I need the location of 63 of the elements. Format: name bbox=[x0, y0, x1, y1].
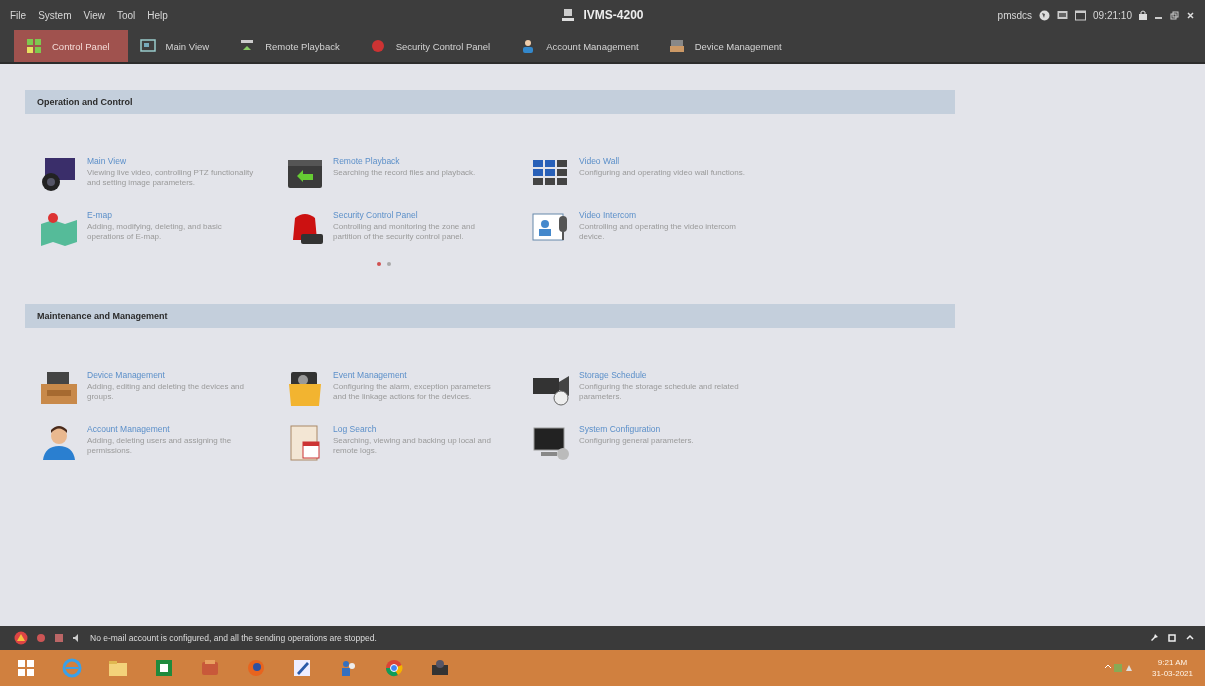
menu-item[interactable]: File bbox=[10, 9, 27, 21]
clock: 09:21:10 bbox=[1093, 9, 1132, 21]
tab[interactable]: Device Management bbox=[656, 30, 800, 62]
page-dot[interactable] bbox=[387, 262, 391, 266]
module-description: Configuring general parameters. bbox=[579, 436, 695, 446]
module-link[interactable]: Video Intercom bbox=[579, 210, 747, 220]
module-description: Configuring the alarm, exception parameters and the linkage actions for the devices. bbox=[333, 382, 492, 402]
module-description: Searching, viewing and backing up local and remote logs. bbox=[333, 436, 492, 456]
page-dot[interactable] bbox=[377, 262, 381, 266]
section-header: Operation and Control bbox=[25, 90, 955, 114]
alarm-icon[interactable] bbox=[36, 633, 46, 643]
module-link[interactable]: Main View bbox=[87, 156, 255, 166]
module-description: Adding, modifying, deleting, and basic operations of E-map. bbox=[87, 222, 223, 242]
tab[interactable]: Control Panel bbox=[14, 30, 128, 62]
taskbar-time: 9:21 AM bbox=[1157, 657, 1188, 668]
tab-icon bbox=[668, 38, 685, 54]
tab-icon bbox=[139, 38, 156, 54]
menu-item[interactable]: Tool bbox=[116, 9, 136, 21]
menu-item[interactable]: System bbox=[38, 9, 72, 21]
menu-item[interactable]: View bbox=[83, 9, 105, 21]
lock-icon[interactable] bbox=[1139, 10, 1147, 20]
module-icon[interactable] bbox=[531, 424, 571, 462]
warning-icon[interactable] bbox=[14, 631, 28, 645]
module-link[interactable]: Storage Schedule bbox=[579, 370, 747, 380]
module-description: Controlling and operating the video intercom device. bbox=[579, 222, 737, 242]
tab[interactable]: Account Management bbox=[508, 30, 657, 62]
window-icon[interactable] bbox=[1167, 633, 1177, 643]
status-message: No e-mail account is configured, and all the sending operations are stopped. bbox=[90, 633, 378, 643]
tab-icon bbox=[26, 38, 42, 54]
computer-icon bbox=[561, 8, 576, 22]
tab[interactable]: Main View bbox=[127, 30, 228, 62]
module-description: Searching the record files and playback. bbox=[333, 168, 477, 178]
module-description: Configuring the storage schedule and related parameters. bbox=[579, 382, 740, 402]
module-link[interactable]: System Configuration bbox=[579, 424, 747, 434]
restore-icon[interactable] bbox=[1170, 10, 1179, 20]
pin-icon[interactable] bbox=[1149, 633, 1159, 643]
calendar-icon[interactable] bbox=[1075, 9, 1087, 21]
taskbar-date: 31-03-2021 bbox=[1152, 668, 1193, 679]
tab[interactable]: Security Control Panel bbox=[357, 30, 509, 62]
module-description: Controlling and monitoring the zone and partition of the security control panel. bbox=[333, 222, 476, 242]
globe-icon[interactable] bbox=[1039, 9, 1051, 21]
menu-item[interactable]: Help bbox=[147, 9, 168, 21]
tab-icon bbox=[369, 38, 386, 54]
module-link[interactable]: Log Search bbox=[333, 424, 501, 434]
module-link[interactable]: Security Control Panel bbox=[333, 210, 501, 220]
module-link[interactable]: Device Management bbox=[87, 370, 255, 380]
module-description: Adding, deleting users and assigning the permissions. bbox=[87, 436, 233, 456]
windows-logo-icon[interactable] bbox=[17, 659, 35, 677]
module-link[interactable]: Event Management bbox=[333, 370, 501, 380]
module-link[interactable]: Account Management bbox=[87, 424, 255, 434]
user-name: pmsdcs bbox=[997, 9, 1033, 21]
module-description: Configuring and operating video wall functions. bbox=[579, 168, 746, 178]
module-link[interactable]: E-map bbox=[87, 210, 255, 220]
window-title: IVMS-4200 bbox=[583, 8, 644, 22]
monitor-icon[interactable] bbox=[1057, 9, 1069, 21]
screen-icon[interactable] bbox=[54, 633, 64, 643]
module-description: Adding, editing and deleting the devices and groups. bbox=[87, 382, 245, 402]
module-link[interactable]: Remote Playback bbox=[333, 156, 501, 166]
module-link[interactable]: Video Wall bbox=[579, 156, 747, 166]
tab[interactable]: Remote Playback bbox=[227, 30, 358, 62]
module-description: Viewing live video, controlling PTZ functionality and setting image parameters. bbox=[87, 168, 255, 188]
close-icon[interactable] bbox=[1186, 10, 1195, 20]
section-header: Maintenance and Management bbox=[25, 304, 955, 328]
